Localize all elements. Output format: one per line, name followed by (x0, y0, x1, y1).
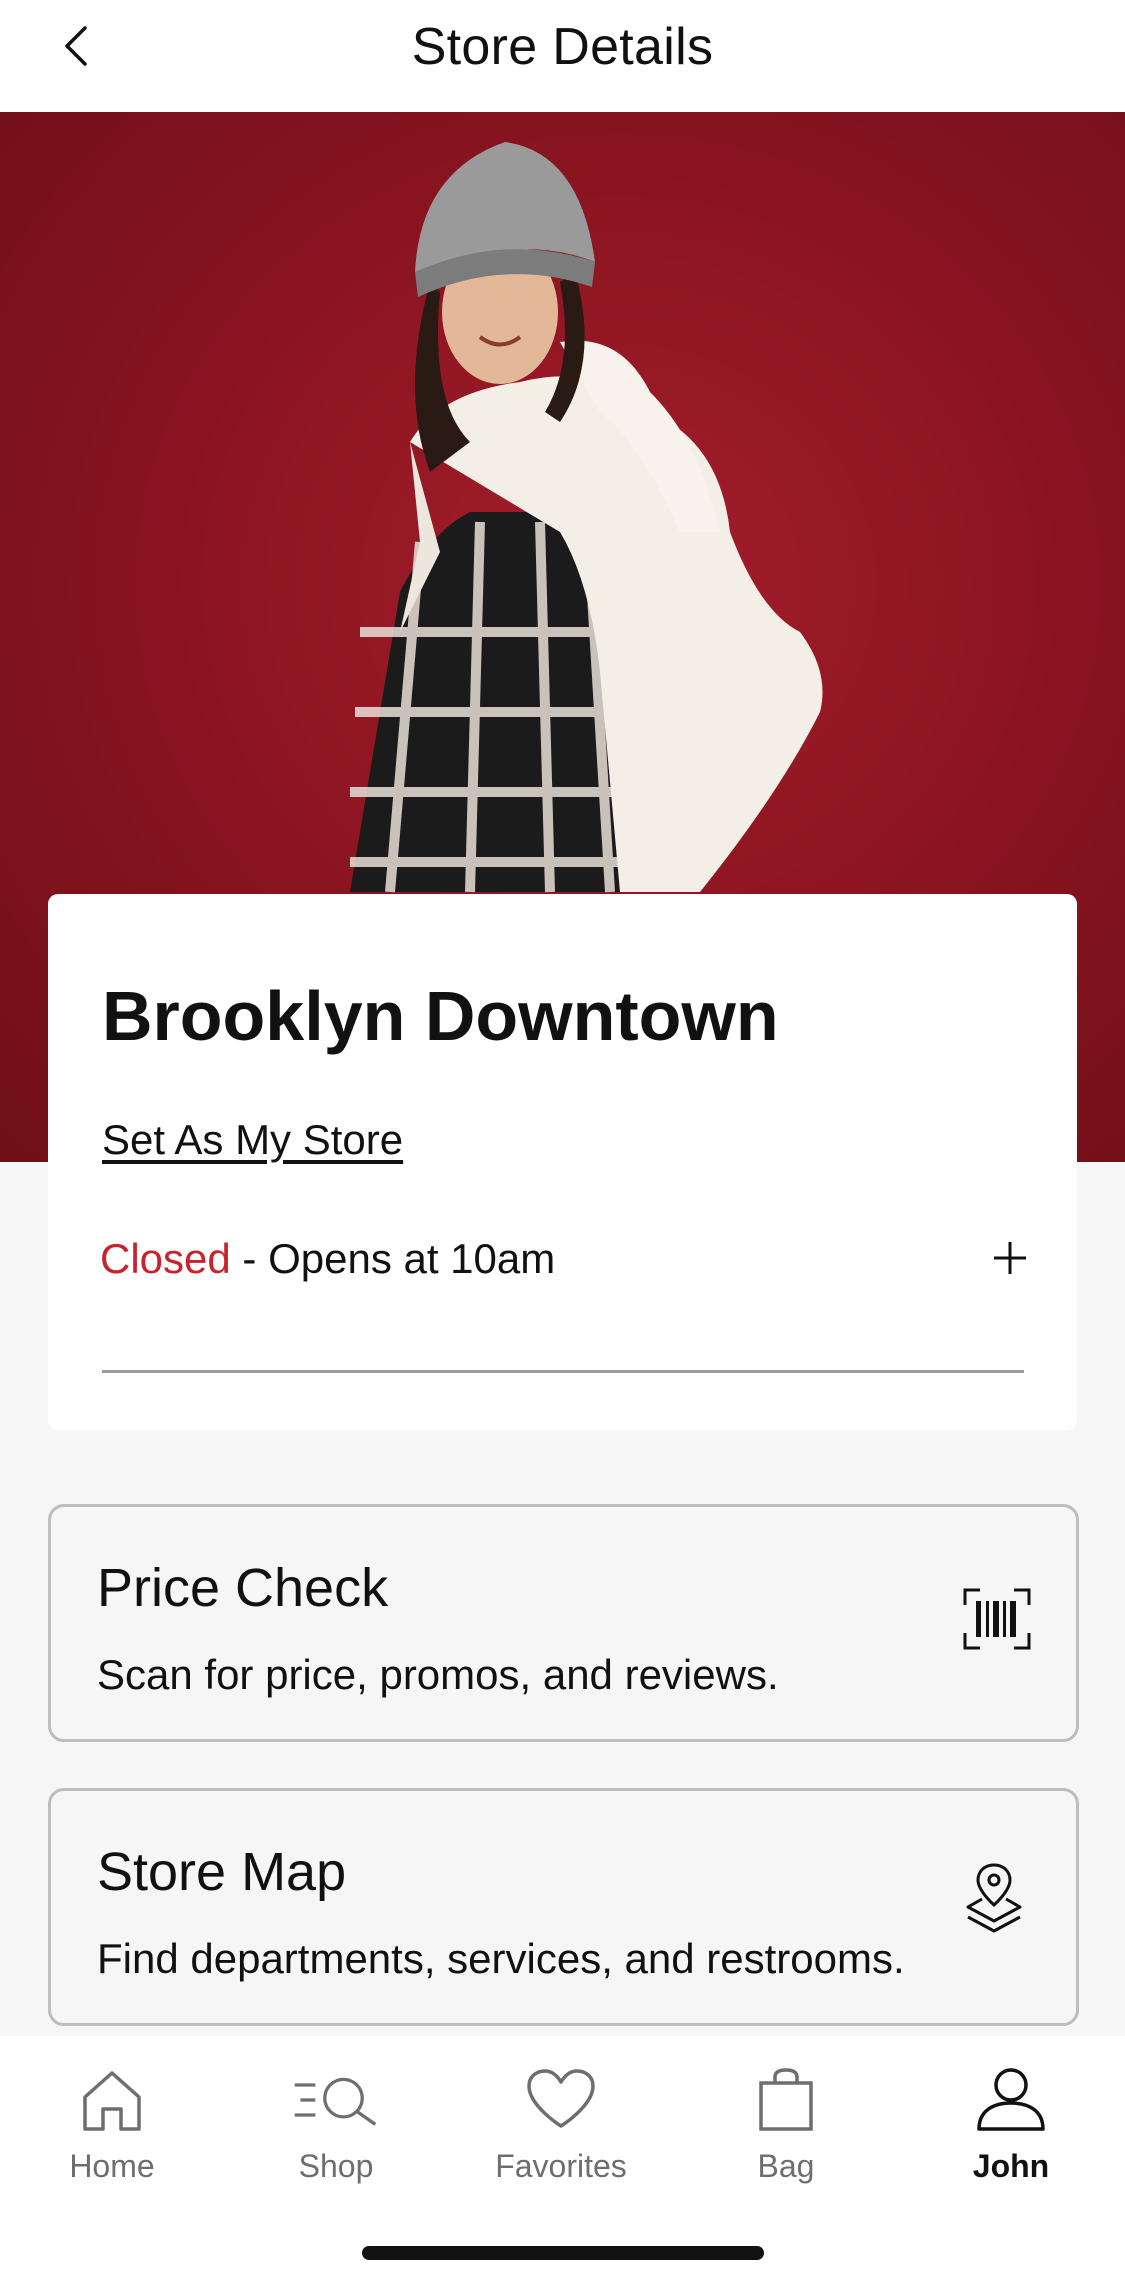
barcode-scan-icon (963, 1588, 1031, 1650)
map-pin-layers-icon (966, 1863, 1022, 1933)
store-status: Closed (100, 1235, 231, 1282)
tab-bag[interactable]: Bag (686, 2060, 886, 2210)
store-name: Brooklyn Downtown (102, 977, 779, 1055)
tab-label: John (972, 2148, 1050, 2184)
tab-label: Shop (298, 2148, 374, 2184)
header-bar: Store Details (0, 0, 1125, 112)
home-icon (83, 2071, 141, 2131)
hours-divider (102, 1370, 1024, 1373)
tab-label: Bag (757, 2148, 815, 2184)
set-as-my-store-link[interactable]: Set As My Store (102, 1116, 403, 1164)
tile-title: Price Check (97, 1558, 389, 1618)
store-hours-text: - Opens at 10am (242, 1235, 556, 1282)
tile-title: Store Map (97, 1842, 347, 1902)
price-check-tile[interactable]: Price Check Scan for price, promos, and … (48, 1504, 1079, 1742)
heart-icon (527, 2069, 595, 2128)
tab-home[interactable]: Home (12, 2060, 212, 2210)
tab-account[interactable]: John (911, 2060, 1111, 2210)
bag-icon (759, 2068, 813, 2131)
store-info-card: Brooklyn Downtown Set As My Store Closed… (48, 894, 1077, 1430)
back-button[interactable] (48, 18, 104, 74)
shop-search-icon (294, 2077, 377, 2126)
tab-label: Favorites (495, 2148, 627, 2184)
tab-shop[interactable]: Shop (236, 2060, 436, 2210)
person-icon (977, 2068, 1045, 2131)
tile-subtitle: Scan for price, promos, and reviews. (97, 1651, 779, 1698)
plus-icon (994, 1242, 1026, 1274)
home-indicator (362, 2246, 764, 2260)
tile-subtitle: Find departments, services, and restroom… (97, 1935, 905, 1982)
tab-label: Home (69, 2148, 155, 2184)
store-hours-toggle[interactable]: Closed - Opens at 10am (100, 1224, 1050, 1294)
tab-favorites[interactable]: Favorites (461, 2060, 661, 2210)
store-map-tile[interactable]: Store Map Find departments, services, an… (48, 1788, 1079, 2026)
chevron-left-icon (65, 26, 87, 66)
page-title: Store Details (411, 18, 714, 76)
